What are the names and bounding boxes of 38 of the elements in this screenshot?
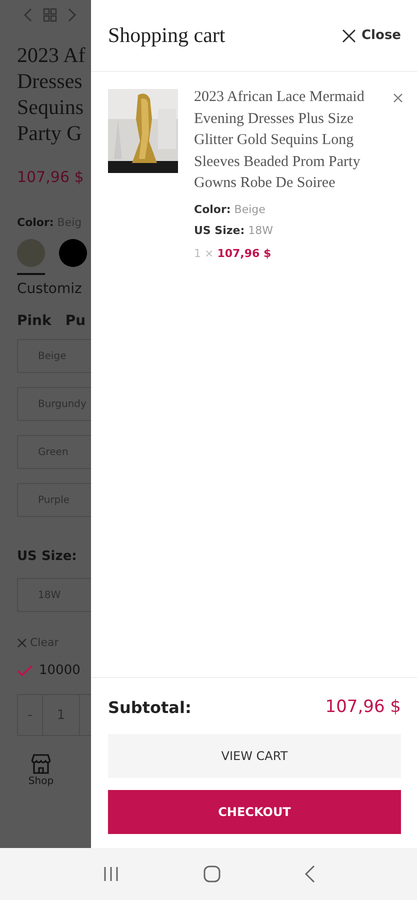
grid-icon[interactable] bbox=[43, 8, 57, 22]
recent-apps-icon[interactable] bbox=[102, 866, 120, 882]
storefront-icon bbox=[29, 752, 53, 776]
subtotal-amount: 107,96 $ bbox=[325, 697, 401, 717]
color-label: Color: bbox=[17, 216, 54, 229]
close-icon bbox=[17, 638, 27, 648]
stock-text: 10000 bbox=[39, 663, 80, 678]
attribute-value: 18W bbox=[248, 224, 274, 236]
chevron-left-icon[interactable] bbox=[23, 8, 33, 22]
view-cart-button[interactable]: VIEW CART bbox=[108, 734, 401, 778]
checkout-button[interactable]: CHECKOUT bbox=[108, 790, 401, 834]
shop-tab[interactable]: Shop bbox=[17, 752, 65, 787]
color-swatch[interactable] bbox=[17, 239, 45, 275]
product-name[interactable]: 2023 African Lace Mermaid Evening Dresses Plus Size Glitter Gold Sequins Long Sleeves Beaded Prom Party Gowns Robe De Soiree bbox=[194, 87, 377, 194]
product-title: Sequins bbox=[17, 94, 85, 120]
attribute-value: Beige bbox=[234, 202, 266, 216]
chevron-right-icon[interactable] bbox=[67, 8, 77, 22]
home-icon[interactable] bbox=[202, 865, 220, 883]
item-quantity: 1 × bbox=[194, 246, 214, 260]
product-title: Party G bbox=[17, 120, 83, 146]
attribute-label: US Size: bbox=[194, 224, 245, 236]
item-price: 107,96 $ bbox=[217, 246, 272, 260]
product-title: Dresses bbox=[17, 68, 84, 94]
check-icon bbox=[17, 664, 33, 676]
cart-title: Shopping cart bbox=[108, 23, 226, 48]
size-label: US Size: bbox=[17, 549, 78, 564]
product-price: 107,96 $ bbox=[17, 168, 85, 186]
back-icon[interactable] bbox=[304, 865, 316, 883]
option-tab[interactable]: Pu bbox=[65, 313, 86, 329]
close-button[interactable]: Close bbox=[342, 28, 401, 43]
decrease-button[interactable]: - bbox=[18, 695, 43, 735]
remove-icon[interactable] bbox=[393, 93, 403, 103]
customize-heading: Customiz bbox=[17, 281, 83, 297]
attribute-label: Color: bbox=[194, 202, 231, 216]
close-icon bbox=[342, 28, 356, 42]
product-title: 2023 Af bbox=[17, 42, 86, 68]
option-tab[interactable]: Pink bbox=[17, 313, 52, 329]
subtotal-label: Subtotal: bbox=[108, 698, 192, 716]
